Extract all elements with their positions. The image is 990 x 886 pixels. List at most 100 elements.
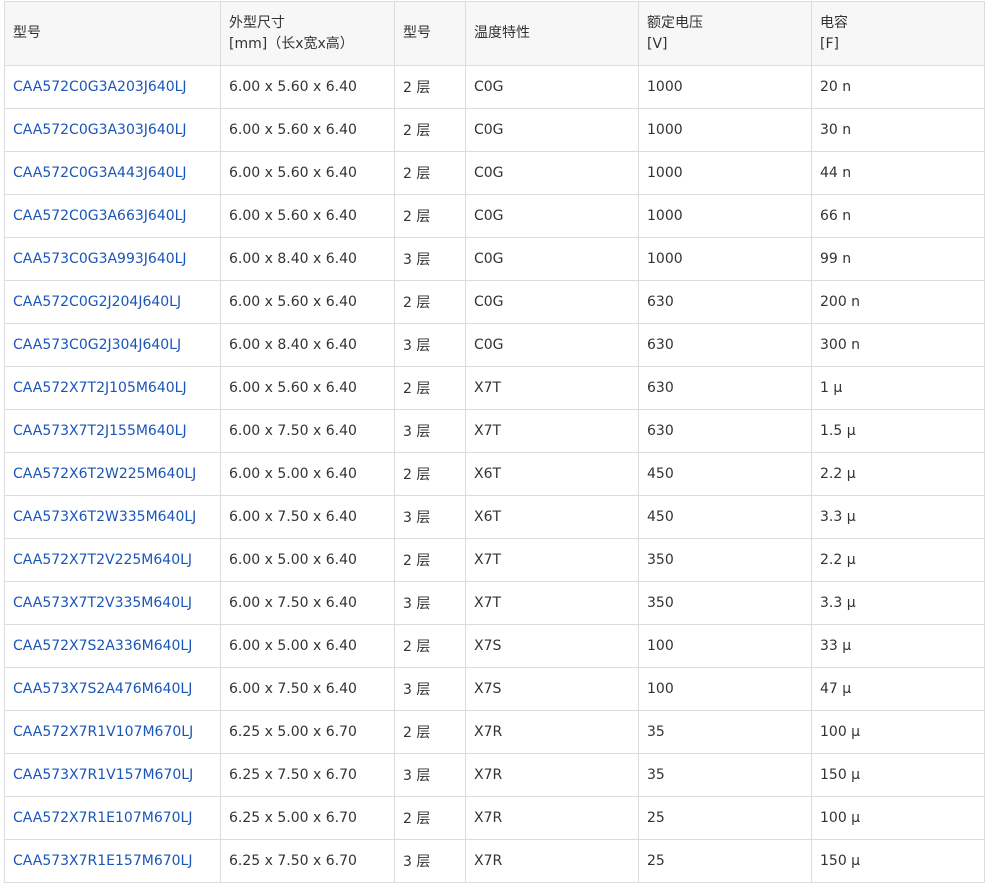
- table-cell: 2 层: [394, 538, 466, 582]
- layers-cell: 2 层: [403, 725, 431, 741]
- dimensions-cell: 6.00 x 7.50 x 6.40: [229, 595, 357, 611]
- table-cell: 200 n: [811, 280, 985, 324]
- table-row: CAA573X7T2V335M640LJ 6.00 x 7.50 x 6.40 3 …: [4, 581, 985, 625]
- part-number-link[interactable]: CAA573X7R1V157M670LJ: [13, 767, 193, 783]
- part-number-link[interactable]: CAA572X7T2J105M640LJ: [13, 380, 187, 396]
- capacitance-cell: 33 μ: [820, 638, 852, 654]
- table-cell: CAA573C0G2J304J640LJ: [4, 323, 221, 367]
- dimensions-cell: 6.00 x 5.00 x 6.40: [229, 466, 357, 482]
- table-cell: 6.00 x 5.60 x 6.40: [220, 280, 395, 324]
- table-cell: 6.00 x 7.50 x 6.40: [220, 409, 395, 453]
- layers-cell: 2 层: [403, 639, 431, 655]
- table-row: CAA572X7R1V107M670LJ 6.25 x 5.00 x 6.70 2 …: [4, 710, 985, 754]
- part-number-link[interactable]: CAA573C0G3A993J640LJ: [13, 251, 187, 267]
- table-cell: 3.3 μ: [811, 581, 985, 625]
- layers-cell: 2 层: [403, 553, 431, 569]
- capacitance-cell: 150 μ: [820, 853, 861, 869]
- part-number-link[interactable]: CAA573C0G2J304J640LJ: [13, 337, 181, 353]
- table-cell: C0G: [465, 151, 639, 195]
- table-cell: 1000: [638, 237, 812, 281]
- table-cell: 6.25 x 5.00 x 6.70: [220, 796, 395, 840]
- table-cell: 2 层: [394, 108, 466, 152]
- table-cell: 44 n: [811, 151, 985, 195]
- table-cell: 3 层: [394, 237, 466, 281]
- temp-characteristic-cell: X7T: [474, 423, 502, 439]
- table-cell: CAA572C0G3A663J640LJ: [4, 194, 221, 238]
- layers-cell: 2 层: [403, 80, 431, 96]
- table-cell: 3 层: [394, 323, 466, 367]
- table-cell: 6.25 x 7.50 x 6.70: [220, 753, 395, 797]
- part-number-link[interactable]: CAA573X7R1E157M670LJ: [13, 853, 192, 869]
- part-number-link[interactable]: CAA572X7R1E107M670LJ: [13, 810, 192, 826]
- rated-voltage-cell: 1000: [647, 79, 683, 95]
- dimensions-cell: 6.00 x 8.40 x 6.40: [229, 337, 357, 353]
- table-row: CAA573C0G3A993J640LJ 6.00 x 8.40 x 6.40 3 …: [4, 237, 985, 281]
- table-cell: CAA573X7R1E157M670LJ: [4, 839, 221, 883]
- table-cell: 2 层: [394, 452, 466, 496]
- table-cell: 300 n: [811, 323, 985, 367]
- table-cell: 3 层: [394, 667, 466, 711]
- table-cell: 1 μ: [811, 366, 985, 410]
- table-cell: 2 层: [394, 194, 466, 238]
- capacitance-cell: 3.3 μ: [820, 509, 856, 525]
- layers-cell: 3 层: [403, 854, 431, 870]
- table-cell: 99 n: [811, 237, 985, 281]
- part-number-link[interactable]: CAA572C0G2J204J640LJ: [13, 294, 181, 310]
- table-cell: 6.00 x 5.00 x 6.40: [220, 452, 395, 496]
- table-cell: CAA573X7R1V157M670LJ: [4, 753, 221, 797]
- part-number-link[interactable]: CAA573X7T2J155M640LJ: [13, 423, 187, 439]
- table-cell: 6.00 x 5.00 x 6.40: [220, 624, 395, 668]
- dimensions-cell: 6.00 x 5.60 x 6.40: [229, 208, 357, 224]
- part-number-link[interactable]: CAA572C0G3A443J640LJ: [13, 165, 187, 181]
- table-cell: 100: [638, 624, 812, 668]
- table-cell: 2 层: [394, 624, 466, 668]
- part-number-link[interactable]: CAA572X6T2W225M640LJ: [13, 466, 196, 482]
- table-cell: X7R: [465, 796, 639, 840]
- table-row: CAA572C0G3A443J640LJ 6.00 x 5.60 x 6.40 2 …: [4, 151, 985, 195]
- table-cell: CAA573X7T2V335M640LJ: [4, 581, 221, 625]
- rated-voltage-cell: 350: [647, 552, 674, 568]
- table-row: CAA572X7R1E107M670LJ 6.25 x 5.00 x 6.70 2 …: [4, 796, 985, 840]
- temp-characteristic-cell: X7R: [474, 767, 503, 783]
- part-number-link[interactable]: CAA572X7R1V107M670LJ: [13, 724, 193, 740]
- part-number-link[interactable]: CAA573X7T2V335M640LJ: [13, 595, 192, 611]
- dimensions-cell: 6.00 x 5.60 x 6.40: [229, 79, 357, 95]
- dimensions-cell: 6.00 x 5.60 x 6.40: [229, 380, 357, 396]
- part-number-link[interactable]: CAA572C0G3A203J640LJ: [13, 79, 187, 95]
- capacitor-spec-table: 型号 外型尺寸 [mm]（长x宽x高） 型号 温度特性 额定电压 [V] 电容 [F] CAA5…: [4, 1, 985, 883]
- temp-characteristic-cell: C0G: [474, 79, 504, 95]
- layers-cell: 2 层: [403, 295, 431, 311]
- table-cell: 2 层: [394, 796, 466, 840]
- part-number-link[interactable]: CAA573X7S2A476M640LJ: [13, 681, 192, 697]
- temp-characteristic-cell: X7S: [474, 681, 502, 697]
- table-cell: X6T: [465, 495, 639, 539]
- part-number-link[interactable]: CAA573X6T2W335M640LJ: [13, 509, 196, 525]
- temp-characteristic-cell: C0G: [474, 165, 504, 181]
- table-cell: CAA572C0G2J204J640LJ: [4, 280, 221, 324]
- layers-cell: 2 层: [403, 209, 431, 225]
- part-number-link[interactable]: CAA572X7S2A336M640LJ: [13, 638, 192, 654]
- header-label: 型号: [403, 25, 431, 41]
- header-label: 额定电压: [647, 14, 703, 31]
- table-cell: 6.00 x 7.50 x 6.40: [220, 667, 395, 711]
- table-cell: 6.00 x 8.40 x 6.40: [220, 323, 395, 367]
- part-number-link[interactable]: CAA572C0G3A663J640LJ: [13, 208, 187, 224]
- table-cell: 6.00 x 7.50 x 6.40: [220, 581, 395, 625]
- temp-characteristic-cell: C0G: [474, 337, 504, 353]
- table-cell: 3 层: [394, 839, 466, 883]
- table-row: CAA572X7T2V225M640LJ 6.00 x 5.00 x 6.40 2 …: [4, 538, 985, 582]
- part-number-link[interactable]: CAA572C0G3A303J640LJ: [13, 122, 187, 138]
- rated-voltage-cell: 350: [647, 595, 674, 611]
- part-number-link[interactable]: CAA572X7T2V225M640LJ: [13, 552, 192, 568]
- rated-voltage-cell: 35: [647, 767, 665, 783]
- table-row: CAA572C0G3A203J640LJ 6.00 x 5.60 x 6.40 2 …: [4, 65, 985, 109]
- table-body: CAA572C0G3A203J640LJ 6.00 x 5.60 x 6.40 2 …: [4, 65, 985, 883]
- header-col-rated-voltage: 额定电压 [V]: [638, 1, 812, 66]
- table-cell: 100 μ: [811, 710, 985, 754]
- layers-cell: 3 层: [403, 338, 431, 354]
- capacitance-cell: 2.2 μ: [820, 552, 856, 568]
- table-cell: 6.00 x 5.60 x 6.40: [220, 366, 395, 410]
- capacitance-cell: 3.3 μ: [820, 595, 856, 611]
- table-cell: CAA573X7S2A476M640LJ: [4, 667, 221, 711]
- table-cell: X7T: [465, 581, 639, 625]
